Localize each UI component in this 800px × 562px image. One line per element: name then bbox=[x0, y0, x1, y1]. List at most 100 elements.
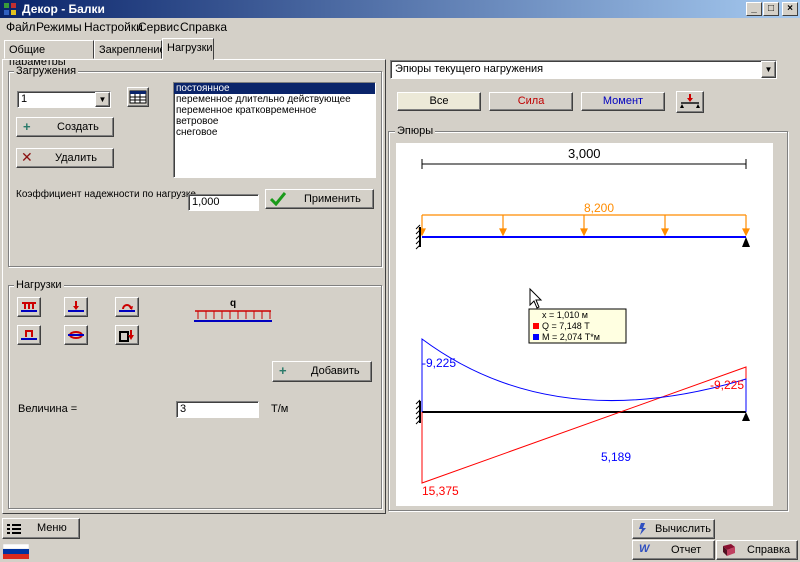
create-loading-label: Создать bbox=[57, 121, 99, 133]
menu-settings[interactable]: Настройки bbox=[84, 20, 143, 34]
moment-mid-label: 5,189 bbox=[601, 450, 631, 464]
filter-all-button[interactable]: Все bbox=[397, 92, 481, 111]
table-button[interactable] bbox=[127, 87, 149, 107]
menu-file[interactable]: Файл bbox=[6, 20, 36, 34]
tab-general[interactable]: Общие параметры bbox=[4, 40, 94, 68]
russian-flag-icon[interactable] bbox=[3, 544, 29, 559]
tooltip-x: x = 1,010 м bbox=[542, 310, 588, 320]
beam-icon bbox=[680, 94, 700, 108]
loading-number-value: 1 bbox=[21, 93, 28, 105]
table-icon bbox=[129, 90, 147, 104]
close-button[interactable]: × bbox=[782, 2, 798, 16]
coef-label: Коэффициент надежности по нагрузке bbox=[16, 189, 196, 200]
pin-support-right-2 bbox=[742, 412, 750, 421]
help-button[interactable]: Справка bbox=[716, 540, 798, 560]
list-item[interactable]: постоянное bbox=[174, 83, 375, 94]
load-value: 3 bbox=[180, 403, 187, 415]
load-arrows bbox=[418, 215, 750, 237]
delete-icon: ✕ bbox=[21, 149, 33, 165]
moment-legend-swatch bbox=[533, 334, 539, 340]
span-label: 3,000 bbox=[568, 146, 601, 161]
calculate-icon bbox=[639, 523, 646, 535]
apply-button[interactable]: Применить bbox=[265, 189, 374, 209]
moment-right-label: -9,225 bbox=[710, 378, 744, 392]
load-value-label: 8,200 bbox=[584, 201, 614, 215]
help-label: Справка bbox=[747, 544, 791, 556]
title-bar: Декор - Балки _ □ × bbox=[0, 0, 800, 18]
tooltip-m: M = 2,074 Т*м bbox=[542, 332, 600, 342]
list-item[interactable]: переменное кратковременное bbox=[174, 105, 375, 116]
loads-group-label: Нагрузки bbox=[14, 279, 64, 291]
report-label: Отчет bbox=[671, 544, 702, 556]
fixed-support-left-2 bbox=[415, 399, 421, 425]
moment-load-icon bbox=[119, 304, 135, 312]
distributed-load-icon bbox=[21, 302, 37, 312]
menu-service[interactable]: Сервис bbox=[138, 20, 179, 34]
moment-left-label: -9,225 bbox=[422, 356, 456, 370]
list-item[interactable]: переменное длительно действующее bbox=[174, 94, 375, 105]
distributed-load-button[interactable] bbox=[17, 297, 41, 317]
book-icon bbox=[723, 544, 735, 556]
calculate-label: Вычислить bbox=[655, 523, 711, 535]
menu-bar: Файл Режимы Настройки Сервис Справка bbox=[0, 18, 800, 36]
report-button[interactable]: W Отчет bbox=[632, 540, 715, 560]
torsion-load-button[interactable] bbox=[64, 325, 88, 345]
diagram-canvas: 3,000 8,200 x = 1,010 м Q = 7,148 Т M = … bbox=[396, 143, 773, 506]
unit-label: Т/м bbox=[271, 403, 289, 415]
apply-label: Применить bbox=[304, 193, 361, 205]
partial-load-icon bbox=[21, 330, 37, 340]
moment-diagram bbox=[421, 338, 747, 412]
checkmark-icon bbox=[270, 192, 286, 206]
coef-input[interactable]: 1,000 bbox=[188, 194, 259, 211]
menu-help[interactable]: Справка bbox=[180, 20, 227, 34]
plus-icon: + bbox=[23, 119, 31, 134]
menu-button-label: Меню bbox=[37, 522, 67, 534]
tab-fixing[interactable]: Закрепление bbox=[94, 40, 166, 59]
diagram-mode-value: Эпюры текущего нагружения bbox=[395, 63, 544, 75]
minimize-button[interactable]: _ bbox=[746, 2, 762, 16]
app-icon bbox=[4, 3, 16, 15]
plus-icon: + bbox=[279, 363, 287, 378]
delete-loading-label: Удалить bbox=[55, 152, 97, 164]
report-icon: W bbox=[639, 543, 650, 555]
loading-number-combo[interactable]: 1 ▼ bbox=[17, 91, 111, 108]
maximize-button[interactable]: □ bbox=[763, 2, 779, 16]
load-preview: q bbox=[194, 298, 272, 322]
calculate-button[interactable]: Вычислить bbox=[632, 519, 715, 539]
partial-load-button[interactable] bbox=[17, 325, 41, 345]
cursor-icon bbox=[529, 287, 543, 309]
create-loading-button[interactable]: + Создать bbox=[16, 117, 114, 137]
fixed-support-left bbox=[415, 224, 421, 250]
loading-types-list[interactable]: постоянное переменное длительно действую… bbox=[173, 82, 376, 178]
coef-value: 1,000 bbox=[192, 196, 220, 208]
menu-button[interactable]: Меню bbox=[2, 518, 80, 539]
point-load-icon bbox=[68, 301, 84, 312]
diagram-mode-select[interactable]: Эпюры текущего нагружения ▼ bbox=[390, 60, 777, 79]
load-preview-label: q bbox=[230, 298, 236, 309]
shear-diagram bbox=[421, 366, 747, 484]
window-title: Декор - Балки bbox=[22, 2, 105, 16]
moment-load-button[interactable] bbox=[115, 297, 139, 317]
filter-force-button[interactable]: Сила bbox=[489, 92, 573, 111]
chevron-down-icon[interactable]: ▼ bbox=[95, 92, 110, 107]
menu-modes[interactable]: Режимы bbox=[36, 20, 82, 34]
delete-loading-button[interactable]: ✕ Удалить bbox=[16, 148, 114, 168]
filter-moment-button[interactable]: Момент bbox=[581, 92, 665, 111]
add-load-button[interactable]: + Добавить bbox=[272, 361, 372, 382]
menu-icon bbox=[7, 524, 21, 534]
pin-support-right bbox=[742, 237, 750, 247]
loadings-group-label: Загружения bbox=[14, 65, 79, 77]
shear-legend-swatch bbox=[533, 323, 539, 329]
beam-view-button[interactable] bbox=[676, 91, 704, 113]
add-load-label: Добавить bbox=[311, 365, 360, 377]
weight-icon bbox=[119, 330, 134, 342]
chevron-down-icon[interactable]: ▼ bbox=[761, 61, 776, 78]
list-item[interactable]: ветровое bbox=[174, 116, 375, 127]
load-value-input[interactable]: 3 bbox=[176, 401, 259, 418]
point-load-button[interactable] bbox=[64, 297, 88, 317]
tab-loads[interactable]: Нагрузки bbox=[162, 38, 214, 60]
shear-left-label: 15,375 bbox=[422, 484, 459, 498]
torsion-load-icon bbox=[68, 331, 84, 339]
weight-load-button[interactable] bbox=[115, 325, 139, 345]
list-item[interactable]: снеговое bbox=[174, 127, 375, 138]
